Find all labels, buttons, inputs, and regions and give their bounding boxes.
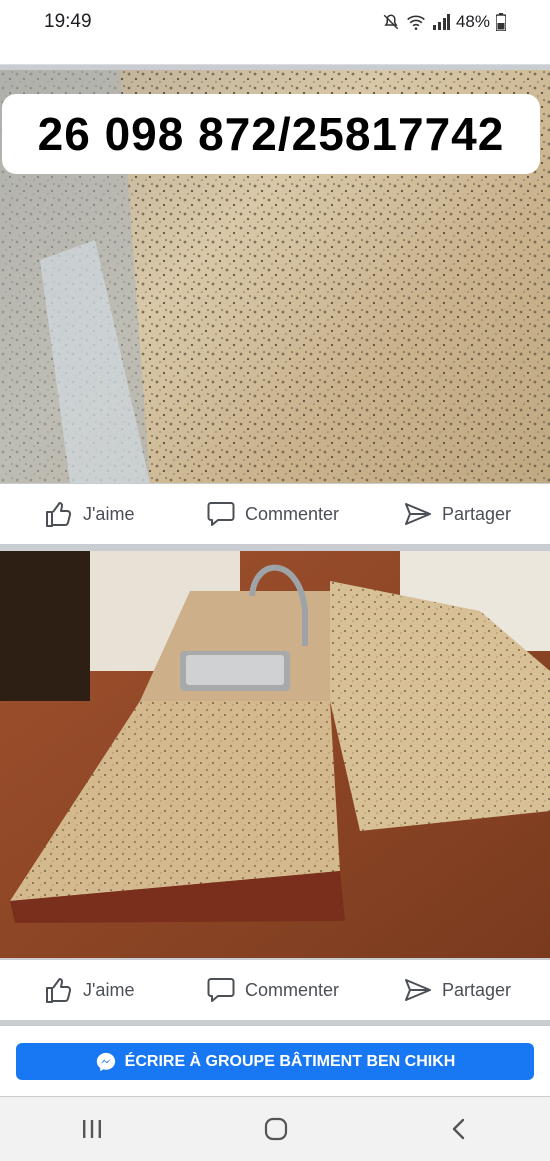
battery-percent: 48% xyxy=(455,12,490,31)
battery-icon xyxy=(496,13,506,31)
home-icon[interactable] xyxy=(263,1116,289,1142)
mute-icon xyxy=(383,14,399,30)
share-arrow-icon xyxy=(405,979,431,1001)
wifi-icon xyxy=(407,15,425,30)
signal-icon xyxy=(432,14,450,30)
share-label: Partager xyxy=(442,979,512,1000)
like-label: J'aime xyxy=(83,503,135,524)
phone-number-banner: 26 098 872/25817742 xyxy=(2,94,540,174)
comment-label: Commenter xyxy=(245,979,340,1000)
share-arrow-icon xyxy=(405,503,431,525)
like-button[interactable]: J'aime xyxy=(45,501,134,527)
send-message-button[interactable]: ÉCRIRE À GROUPE BÂTIMENT BEN CHIKH xyxy=(16,1043,534,1080)
system-navigation-bar xyxy=(0,1097,550,1161)
messenger-icon xyxy=(96,1052,115,1071)
thumbs-up-icon xyxy=(46,978,72,1003)
send-message-label: ÉCRIRE À GROUPE BÂTIMENT BEN CHIKH xyxy=(124,1052,456,1070)
comment-bubble-icon xyxy=(207,978,235,1002)
status-icons: 48% xyxy=(382,12,506,32)
comment-button[interactable]: Commenter xyxy=(207,501,339,527)
post-actions-2: J'aime Commenter Partager xyxy=(0,960,550,1020)
messenger-cta-area: ÉCRIRE À GROUPE BÂTIMENT BEN CHIKH xyxy=(0,1026,550,1096)
comment-button[interactable]: Commenter xyxy=(207,977,339,1003)
like-label: J'aime xyxy=(83,979,135,1000)
thumbs-up-icon xyxy=(46,502,72,527)
back-icon[interactable] xyxy=(448,1117,470,1141)
post-image-granite-slab[interactable]: 26 098 872/25817742 xyxy=(0,70,550,483)
share-label: Partager xyxy=(442,503,512,524)
share-button[interactable]: Partager xyxy=(404,501,511,527)
comment-bubble-icon xyxy=(207,502,235,526)
previous-post-actions-cut xyxy=(0,44,550,65)
recent-apps-icon[interactable] xyxy=(80,1118,104,1140)
status-bar: 19:49 48% xyxy=(0,0,550,44)
post-actions-1: J'aime Commenter Partager xyxy=(0,484,550,544)
share-button[interactable]: Partager xyxy=(404,977,511,1003)
comment-label: Commenter xyxy=(245,503,340,524)
countertop-illustration xyxy=(0,551,550,958)
post-image-granite-countertop[interactable] xyxy=(0,551,550,958)
like-button[interactable]: J'aime xyxy=(45,977,134,1003)
status-time: 19:49 xyxy=(44,11,92,32)
post-divider xyxy=(0,544,550,551)
